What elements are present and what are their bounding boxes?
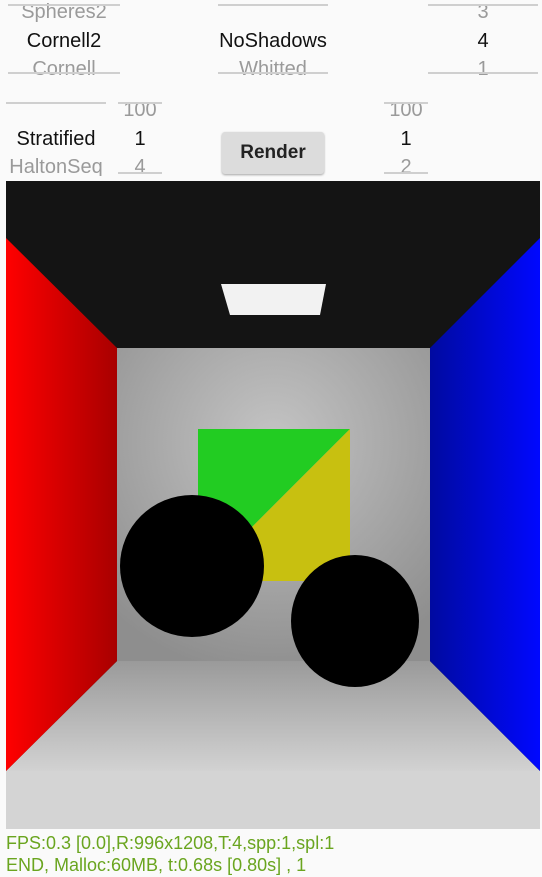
picker-divider — [428, 72, 538, 74]
threads-option-below[interactable]: 1 — [424, 55, 542, 80]
picker-divider — [428, 4, 538, 6]
render-viewport — [6, 181, 540, 829]
picker-divider — [6, 102, 106, 104]
picker-divider — [218, 4, 328, 6]
threads-option-selected[interactable]: 4 — [424, 27, 542, 55]
picker-divider — [8, 72, 120, 74]
sphere-right — [291, 555, 419, 687]
sphere-left — [120, 495, 264, 637]
scene-picker[interactable]: Spheres2 Cornell2 Cornell — [0, 0, 128, 80]
picker-divider — [384, 102, 428, 104]
ceiling-light — [221, 284, 326, 315]
status-log: FPS:0.3 [0.0],R:996x1208,T:4,spp:1,spl:1… — [6, 832, 334, 876]
picker-divider — [218, 72, 328, 74]
status-line-end: END, Malloc:60MB, t:0.68s [0.80s] , 1 — [6, 855, 307, 875]
spl-option-above[interactable]: 100 — [378, 96, 434, 124]
sampler-picker[interactable]: Stratified HaltonSeq — [0, 92, 112, 176]
shading-picker[interactable]: NoShadows Whitted — [210, 0, 336, 80]
sampler-option-below[interactable]: HaltonSeq — [0, 153, 112, 176]
spl-option-selected[interactable]: 1 — [378, 125, 434, 153]
sampler-option-above[interactable] — [0, 96, 112, 124]
shading-option-below[interactable]: Whitted — [210, 55, 336, 80]
spp-picker[interactable]: 100 1 4 — [112, 92, 168, 176]
shading-option-selected[interactable]: NoShadows — [210, 27, 336, 55]
threads-picker[interactable]: 3 4 1 — [424, 0, 542, 80]
picker-divider — [384, 172, 428, 174]
render-button[interactable]: Render — [222, 132, 324, 174]
picker-divider — [118, 172, 162, 174]
spp-option-selected[interactable]: 1 — [112, 125, 168, 153]
status-line-fps: FPS:0.3 [0.0],R:996x1208,T:4,spp:1,spl:1 — [6, 833, 335, 853]
sampler-option-selected[interactable]: Stratified — [0, 125, 112, 153]
scene-option-below[interactable]: Cornell — [0, 55, 128, 80]
picker-divider — [8, 4, 120, 6]
picker-divider — [118, 102, 162, 104]
spl-picker[interactable]: 100 1 2 — [378, 92, 434, 176]
spp-option-above[interactable]: 100 — [112, 96, 168, 124]
scene-option-selected[interactable]: Cornell2 — [0, 27, 128, 55]
floor-bottom — [6, 771, 540, 829]
